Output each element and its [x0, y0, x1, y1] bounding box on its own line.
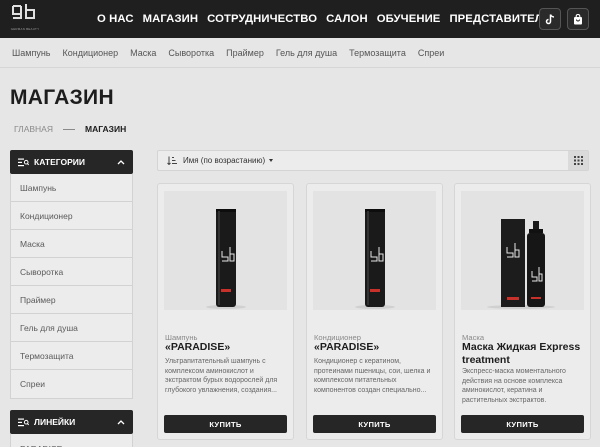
sidebar-item-sprays[interactable]: Спреи	[11, 370, 132, 398]
tiktok-icon	[545, 13, 555, 24]
nav-cooperation[interactable]: СОТРУДНИЧЕСТВО	[207, 13, 317, 25]
catbar-sprays[interactable]: Спреи	[418, 48, 444, 58]
cart-button[interactable]	[567, 8, 589, 30]
tiktok-button[interactable]	[539, 8, 561, 30]
grid-view-button[interactable]	[568, 151, 588, 170]
conditioner-bottle-image	[355, 209, 395, 309]
nav-salon[interactable]: САЛОН	[326, 13, 368, 25]
chevron-up-icon	[117, 159, 125, 164]
catbar-heat-protection[interactable]: Термозащита	[349, 48, 406, 58]
grid-icon	[573, 156, 583, 165]
nav-about[interactable]: О НАС	[97, 13, 134, 25]
main-nav: О НАС МАГАЗИН СОТРУДНИЧЕСТВО САЛОН ОБУЧЕ…	[97, 0, 551, 38]
product-description: Экспресс-маска моментального действия на…	[462, 368, 566, 404]
categories-header[interactable]: КАТЕГОРИИ	[10, 150, 133, 174]
sort-bar: Имя (по возрастанию)	[157, 150, 589, 171]
logo[interactable]: GERMAN BEAUTY	[10, 4, 40, 34]
product-description: Ультрапитательный шампунь с комплексом а…	[165, 358, 278, 394]
sort-select[interactable]: Имя (по возрастанию)	[183, 156, 265, 165]
top-header: GERMAN BEAUTY О НАС МАГАЗИН СОТРУДНИЧЕСТ…	[0, 0, 600, 38]
lines-header[interactable]: ЛИНЕЙКИ	[10, 410, 133, 434]
logo-mark	[12, 4, 35, 19]
catbar-serum[interactable]: Сыворотка	[168, 48, 214, 58]
product-description: Кондиционер с кератином, протеинами пшен…	[314, 358, 431, 394]
buy-button[interactable]: КУПИТЬ	[461, 415, 584, 433]
breadcrumb-home[interactable]: ГЛАВНАЯ	[14, 124, 53, 134]
product-image[interactable]	[461, 191, 584, 310]
product-name[interactable]: «PARADISE»	[165, 341, 290, 354]
filter-list-icon	[18, 158, 29, 166]
sidebar-item-conditioner[interactable]: Кондиционер	[11, 202, 132, 230]
sidebar-item-primer[interactable]: Праймер	[11, 286, 132, 314]
mask-bottle-and-box-image	[487, 219, 555, 309]
shampoo-bottle-image	[206, 209, 246, 309]
catbar-conditioner[interactable]: Кондиционер	[62, 48, 118, 58]
caret-down-icon	[269, 159, 274, 162]
breadcrumb: ГЛАВНАЯ МАГАЗИН	[14, 124, 126, 134]
sidebar-item-serum[interactable]: Сыворотка	[11, 258, 132, 286]
product-name[interactable]: «PARADISE»	[314, 341, 439, 354]
buy-button[interactable]: КУПИТЬ	[313, 415, 436, 433]
nav-representatives[interactable]: ПРЕДСТАВИТЕЛИ	[449, 13, 551, 25]
product-name[interactable]: Маска Жидкая Express treatment	[462, 341, 587, 366]
categories-title: КАТЕГОРИИ	[34, 157, 85, 167]
lines-title: ЛИНЕЙКИ	[34, 417, 76, 427]
catbar-shampoo[interactable]: Шампунь	[12, 48, 50, 58]
filter-list-icon	[18, 418, 29, 426]
sidebar: КАТЕГОРИИ Шампунь Кондиционер Маска Сыво…	[10, 150, 133, 447]
sidebar-item-shower-gel[interactable]: Гель для душа	[11, 314, 132, 342]
category-bar: Шампунь Кондиционер Маска Сыворотка Прай…	[0, 38, 600, 68]
categories-list: Шампунь Кондиционер Маска Сыворотка Прай…	[10, 174, 133, 399]
page-title: МАГАЗИН	[10, 86, 114, 109]
product-card[interactable]: Шампунь «PARADISE» Ультрапитательный шам…	[157, 183, 294, 440]
logo-caption: GERMAN BEAUTY	[10, 27, 40, 31]
sidebar-item-paradise[interactable]: PARADISE	[11, 434, 132, 447]
product-card[interactable]: Кондиционер «PARADISE» Кондиционер с кер…	[306, 183, 443, 440]
buy-button[interactable]: КУПИТЬ	[164, 415, 287, 433]
breadcrumb-separator	[63, 128, 75, 130]
catbar-shower-gel[interactable]: Гель для душа	[276, 48, 337, 58]
product-image[interactable]	[313, 191, 436, 310]
nav-education[interactable]: ОБУЧЕНИЕ	[377, 13, 441, 25]
product-card[interactable]: Маска Маска Жидкая Express treatment Экс…	[454, 183, 591, 440]
sidebar-item-heat-protection[interactable]: Термозащита	[11, 342, 132, 370]
sidebar-item-shampoo[interactable]: Шампунь	[11, 174, 132, 202]
nav-shop[interactable]: МАГАЗИН	[143, 13, 198, 25]
product-image[interactable]	[164, 191, 287, 310]
chevron-up-icon	[117, 419, 125, 424]
sort-ascending-icon	[167, 156, 177, 165]
catbar-primer[interactable]: Праймер	[226, 48, 264, 58]
sidebar-item-mask[interactable]: Маска	[11, 230, 132, 258]
lines-list: PARADISE	[10, 434, 133, 447]
breadcrumb-current: МАГАЗИН	[85, 124, 127, 134]
catbar-mask[interactable]: Маска	[130, 48, 156, 58]
shopping-bag-icon	[574, 13, 582, 24]
